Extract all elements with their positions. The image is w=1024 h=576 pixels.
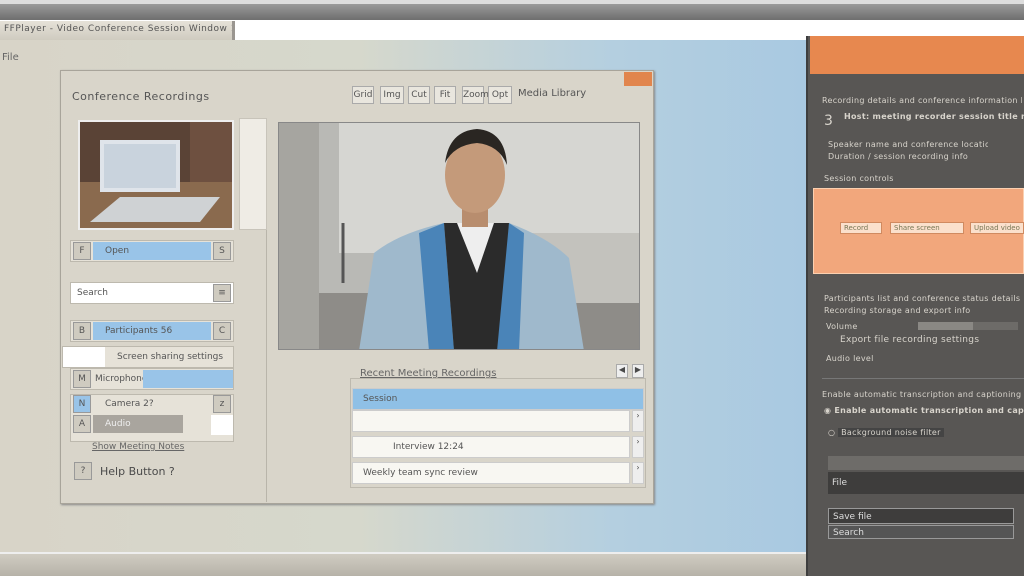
search-field[interactable]: Search ≡ xyxy=(70,282,234,304)
help-row[interactable]: ? Help Button ? xyxy=(72,462,175,480)
upload-video-button[interactable]: Upload video xyxy=(970,222,1024,234)
detail-text: Host: meeting recorder session title not… xyxy=(844,112,1024,121)
menu-file[interactable]: File xyxy=(0,52,19,63)
detail-text: Export file recording settings xyxy=(840,335,980,345)
share-screen-button[interactable]: Share screen xyxy=(890,222,964,234)
help-icon: ? xyxy=(74,462,92,480)
row-microphone[interactable]: M Microphone xyxy=(70,368,234,390)
next-button[interactable]: ▶ xyxy=(632,364,644,378)
volume-slider[interactable] xyxy=(918,322,1018,330)
transcription-option[interactable]: ◉ Enable automatic transcription and cap… xyxy=(824,406,1024,415)
meeting-notes-link[interactable]: Show Meeting Notes xyxy=(92,442,184,452)
details-panel-header xyxy=(810,36,1024,74)
row-label: Search xyxy=(77,288,108,298)
file-bar xyxy=(828,456,1024,470)
detail-text: Recording storage and export info xyxy=(824,306,971,315)
video-thumbnail[interactable] xyxy=(78,120,234,230)
record-button[interactable]: Record xyxy=(840,222,882,234)
toolbar-button-zoom[interactable]: Zoom xyxy=(462,86,489,104)
scroll-button[interactable]: › xyxy=(632,462,644,484)
status-bar xyxy=(0,552,806,576)
radio-icon: ○ xyxy=(828,428,839,437)
toolbar-button-fit[interactable]: Fit xyxy=(434,86,456,104)
previous-button[interactable]: ◀ xyxy=(616,364,628,378)
noise-filter-option[interactable]: ○ Background noise filter xyxy=(828,428,1024,437)
detail-text: Participants list and conference status … xyxy=(824,294,1021,303)
audio-icon: A xyxy=(73,415,91,433)
window-title: Conference Recordings xyxy=(72,90,210,103)
detail-text: Recording details and conference informa… xyxy=(822,96,1022,105)
audio-level-label: Audio level xyxy=(826,354,874,363)
toolbar-button-grid[interactable]: Grid xyxy=(352,86,374,104)
toolbar-button-image[interactable]: Img xyxy=(380,86,404,104)
row-label: Microphone xyxy=(95,374,143,384)
option-text: Enable automatic transcription and capti… xyxy=(822,390,1022,399)
radio-icon: ◉ xyxy=(824,406,835,415)
audio-slider[interactable]: Audio xyxy=(93,415,183,433)
row-label: Participants 56 xyxy=(93,322,211,340)
row-open[interactable]: F Open S xyxy=(70,240,234,262)
section-label: Session controls xyxy=(824,174,894,183)
file-icon: F xyxy=(73,242,91,260)
search-field-right[interactable]: Search xyxy=(828,525,1014,539)
detail-text: Duration / session recording info xyxy=(828,152,969,161)
thumbnail-scrollbar[interactable] xyxy=(239,118,267,230)
scroll-button[interactable]: › xyxy=(632,436,644,458)
settings-icon[interactable]: S xyxy=(213,242,231,260)
detail-text: Speaker name and conference location xyxy=(828,140,988,149)
people-icon: B xyxy=(73,322,91,340)
browser-top-bar xyxy=(0,0,1024,20)
volume-label: Volume xyxy=(826,322,858,331)
divider xyxy=(822,378,1024,379)
toolbar-label: Media Library xyxy=(518,88,587,99)
refresh-icon[interactable]: C xyxy=(213,322,231,340)
help-label: Help Button ? xyxy=(100,464,175,478)
row-label: Camera 2? xyxy=(105,399,154,409)
playlist-item[interactable]: Weekly team sync review xyxy=(352,462,630,484)
toolbar-button-options[interactable]: Opt xyxy=(488,86,512,104)
menu-icon[interactable]: ≡ xyxy=(213,284,231,302)
microphone-icon: M xyxy=(73,370,91,388)
row-label: Screen sharing settings xyxy=(117,352,224,362)
playlist-item[interactable] xyxy=(352,410,630,432)
save-file-field[interactable]: Save file xyxy=(828,508,1014,524)
row-participants[interactable]: B Participants 56 C xyxy=(70,320,234,342)
row-screen-share[interactable]: Screen sharing settings xyxy=(62,346,234,368)
playlist-item-selected[interactable]: Session xyxy=(352,388,644,410)
row-camera[interactable]: N Camera 2? z A Audio xyxy=(70,394,234,442)
scroll-button[interactable]: › xyxy=(632,410,644,432)
camera-icon: N xyxy=(73,395,91,413)
file-field[interactable]: File xyxy=(828,472,1024,494)
camera-toggle[interactable]: z xyxy=(213,395,231,413)
toolbar-button-cut[interactable]: Cut xyxy=(408,86,430,104)
video-player[interactable] xyxy=(278,122,640,350)
row-label: Open xyxy=(93,242,211,260)
browser-tab[interactable]: FFPlayer - Video Conference Session Wind… xyxy=(0,21,235,40)
playlist-item[interactable]: Interview 12:24 xyxy=(352,436,630,458)
close-button[interactable] xyxy=(624,72,652,86)
